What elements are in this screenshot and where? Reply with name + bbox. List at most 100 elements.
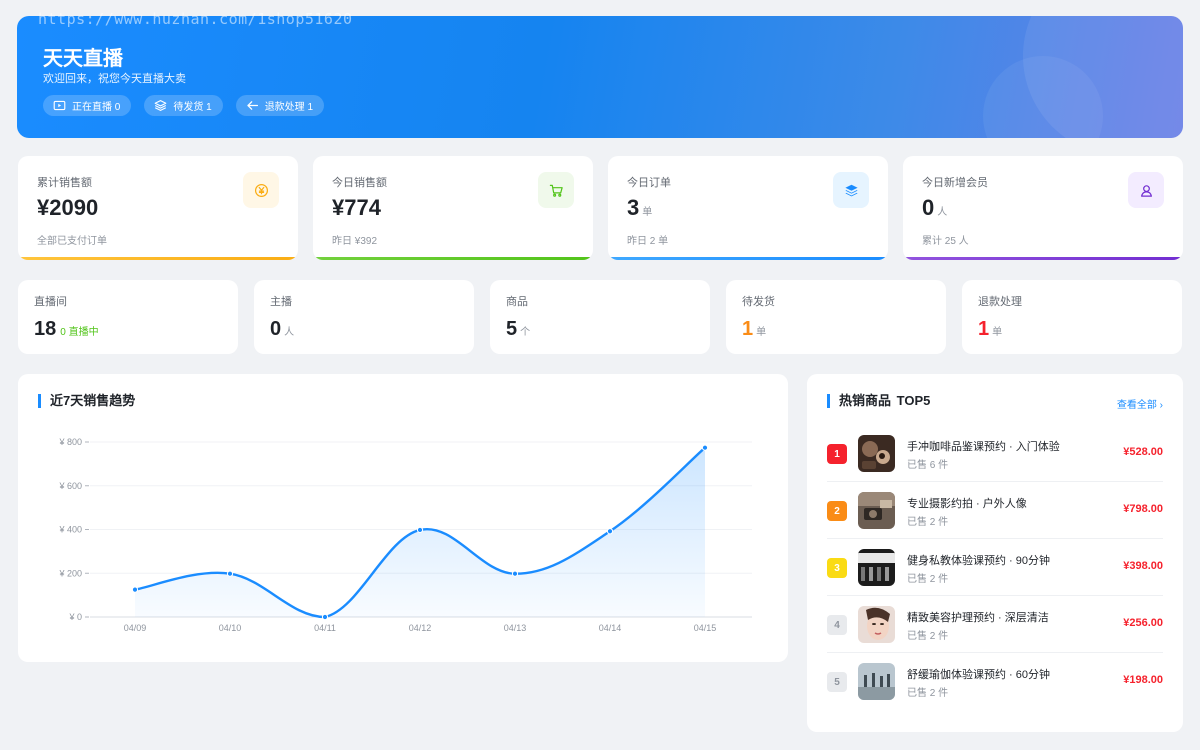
mini-card-refunds[interactable]: 退款处理 1单 bbox=[962, 280, 1182, 354]
data-point[interactable] bbox=[226, 570, 234, 577]
stat-accent-bar bbox=[313, 257, 593, 260]
layers-icon bbox=[154, 100, 167, 111]
app-title: 天天直播 bbox=[43, 48, 123, 70]
user-icon bbox=[1128, 172, 1164, 208]
product-price: ¥398.00 bbox=[1123, 560, 1163, 572]
pill-label: 退款处理 1 bbox=[264, 102, 314, 113]
data-point[interactable] bbox=[321, 613, 329, 621]
data-point[interactable] bbox=[606, 528, 614, 535]
x-tick-label: 04/14 bbox=[599, 623, 622, 633]
mini-card-pending-shipment[interactable]: 待发货 1单 bbox=[726, 280, 946, 354]
y-tick-label: ¥ 0 bbox=[68, 612, 82, 622]
data-point[interactable] bbox=[416, 526, 424, 534]
product-thumbnail bbox=[858, 549, 895, 586]
stat-label: 累计销售额 bbox=[37, 177, 92, 189]
sales-trend-chart: ¥ 0 ¥ 200 ¥ 400 ¥ 600 ¥ 800 04/09 04/10 04/11 04… bbox=[58, 437, 752, 633]
hero-banner: 天天直播 欢迎回来，祝您今天直播大卖 正在直播 0 待发货 1 退款处理 1 bbox=[17, 16, 1183, 138]
video-icon bbox=[53, 100, 66, 111]
stat-accent-bar bbox=[903, 257, 1183, 260]
view-all-link[interactable]: 查看全部 › bbox=[1117, 396, 1163, 411]
panel-title: 热销商品 TOP5 bbox=[827, 394, 930, 408]
product-sold: 已售 2 件 bbox=[907, 517, 949, 528]
mini-card-anchors[interactable]: 主播 0人 bbox=[254, 280, 474, 354]
stat-label: 今日销售额 bbox=[332, 177, 387, 189]
y-tick-label: ¥ 400 bbox=[58, 525, 82, 535]
product-name: 精致美容护理预约 · 深层清洁 bbox=[907, 612, 1049, 624]
stat-value: ¥774 bbox=[332, 195, 381, 220]
product-thumbnail bbox=[858, 492, 895, 529]
product-sold: 已售 2 件 bbox=[907, 688, 949, 699]
mini-card-live-rooms[interactable]: 直播间 18 0 直播中 bbox=[18, 280, 238, 354]
product-name: 舒缓瑜伽体验课预约 · 60分钟 bbox=[907, 669, 1051, 681]
sales-trend-panel: 近7天销售趋势 ¥ 0 ¥ 200 ¥ 400 ¥ 600 ¥ 800 04/09 04/1… bbox=[18, 374, 788, 662]
stat-sub: 全部已支付订单 bbox=[37, 236, 107, 247]
stat-sub: 累计 25 人 bbox=[922, 236, 969, 247]
pending-shipment-pill[interactable]: 待发货 1 bbox=[144, 95, 223, 116]
product-name: 健身私教体验课预约 · 90分钟 bbox=[907, 555, 1051, 567]
y-tick-label: ¥ 600 bbox=[58, 481, 82, 491]
x-tick-label: 04/13 bbox=[504, 623, 527, 633]
product-thumbnail bbox=[858, 663, 895, 700]
y-tick-label: ¥ 200 bbox=[58, 568, 82, 578]
rank-badge: 5 bbox=[827, 672, 847, 692]
stat-accent-bar bbox=[608, 257, 888, 260]
list-item[interactable]: 3 健身私教体验课预约 · 90分钟 已售 2 件 ¥398.00 bbox=[827, 539, 1163, 596]
mini-value: 0人 bbox=[270, 318, 295, 340]
rank-badge: 3 bbox=[827, 558, 847, 578]
mini-label: 商品 bbox=[506, 296, 528, 308]
mini-card-products[interactable]: 商品 5个 bbox=[490, 280, 710, 354]
stat-value: ¥2090 bbox=[37, 195, 99, 220]
product-name: 手冲咖啡品鉴课预约 · 入门体验 bbox=[907, 441, 1060, 453]
product-thumbnail bbox=[858, 435, 895, 472]
product-sold: 已售 2 件 bbox=[907, 574, 949, 585]
mini-label: 直播间 bbox=[34, 296, 67, 308]
pill-label: 正在直播 0 bbox=[72, 102, 121, 113]
mini-value: 1单 bbox=[742, 318, 767, 340]
stat-card-total-sales: 累计销售额 ¥2090 全部已支付订单 bbox=[18, 156, 298, 260]
product-price: ¥256.00 bbox=[1123, 617, 1163, 629]
live-count: 0 直播中 bbox=[60, 327, 99, 338]
stat-card-today-orders: 今日订单 3单 昨日 2 单 bbox=[608, 156, 888, 260]
stat-accent-bar bbox=[18, 257, 298, 260]
list-item[interactable]: 2 专业摄影约拍 · 户外人像 已售 2 件 ¥798.00 bbox=[827, 482, 1163, 539]
list-item[interactable]: 1 手冲咖啡品鉴课预约 · 入门体验 已售 6 件 ¥528.00 bbox=[827, 425, 1163, 482]
data-point[interactable] bbox=[131, 586, 139, 593]
rank-badge: 2 bbox=[827, 501, 847, 521]
stat-label: 今日新增会员 bbox=[922, 177, 988, 189]
arrow-left-icon bbox=[247, 101, 258, 110]
stat-label: 今日订单 bbox=[627, 177, 671, 189]
stat-value: 3单 bbox=[627, 195, 653, 220]
x-tick-label: 04/11 bbox=[314, 623, 336, 633]
rank-badge: 1 bbox=[827, 444, 847, 464]
refund-pill[interactable]: 退款处理 1 bbox=[235, 95, 325, 116]
x-tick-label: 04/12 bbox=[409, 623, 432, 633]
product-price: ¥198.00 bbox=[1123, 674, 1163, 686]
mini-label: 主播 bbox=[270, 296, 292, 308]
rank-badge: 4 bbox=[827, 615, 847, 635]
product-price: ¥798.00 bbox=[1123, 503, 1163, 515]
stat-sub: 昨日 ¥392 bbox=[332, 236, 378, 247]
x-tick-label: 04/09 bbox=[124, 623, 147, 633]
cart-icon bbox=[538, 172, 574, 208]
mini-value: 18 0 直播中 bbox=[34, 318, 99, 340]
mini-label: 待发货 bbox=[742, 296, 775, 308]
hot-products-panel: 热销商品 TOP5 查看全部 › 1 手冲咖啡品鉴课预约 · 入门体验 已售 6… bbox=[807, 374, 1183, 732]
product-name: 专业摄影约拍 · 户外人像 bbox=[907, 498, 1027, 510]
product-sold: 已售 6 件 bbox=[907, 460, 949, 471]
watermark: https://www.huzhan.com/1shop51620 bbox=[38, 10, 353, 28]
stat-card-new-members: 今日新增会员 0人 累计 25 人 bbox=[903, 156, 1183, 260]
live-now-pill[interactable]: 正在直播 0 bbox=[43, 95, 132, 116]
pill-label: 待发货 1 bbox=[173, 102, 212, 113]
list-item[interactable]: 5 舒缓瑜伽体验课预约 · 60分钟 已售 2 件 ¥198.00 bbox=[827, 653, 1163, 710]
data-point[interactable] bbox=[511, 570, 519, 577]
mini-label: 退款处理 bbox=[978, 296, 1022, 308]
yen-icon bbox=[243, 172, 279, 208]
stat-sub: 昨日 2 单 bbox=[627, 236, 669, 247]
x-tick-label: 04/10 bbox=[219, 623, 242, 633]
data-point[interactable] bbox=[701, 444, 709, 451]
list-item[interactable]: 4 精致美容护理预约 · 深层清洁 已售 2 件 ¥256.00 bbox=[827, 596, 1163, 653]
product-sold: 已售 2 件 bbox=[907, 631, 949, 642]
y-tick-label: ¥ 800 bbox=[58, 437, 82, 447]
mini-value: 1单 bbox=[978, 318, 1003, 340]
product-thumbnail bbox=[858, 606, 895, 643]
